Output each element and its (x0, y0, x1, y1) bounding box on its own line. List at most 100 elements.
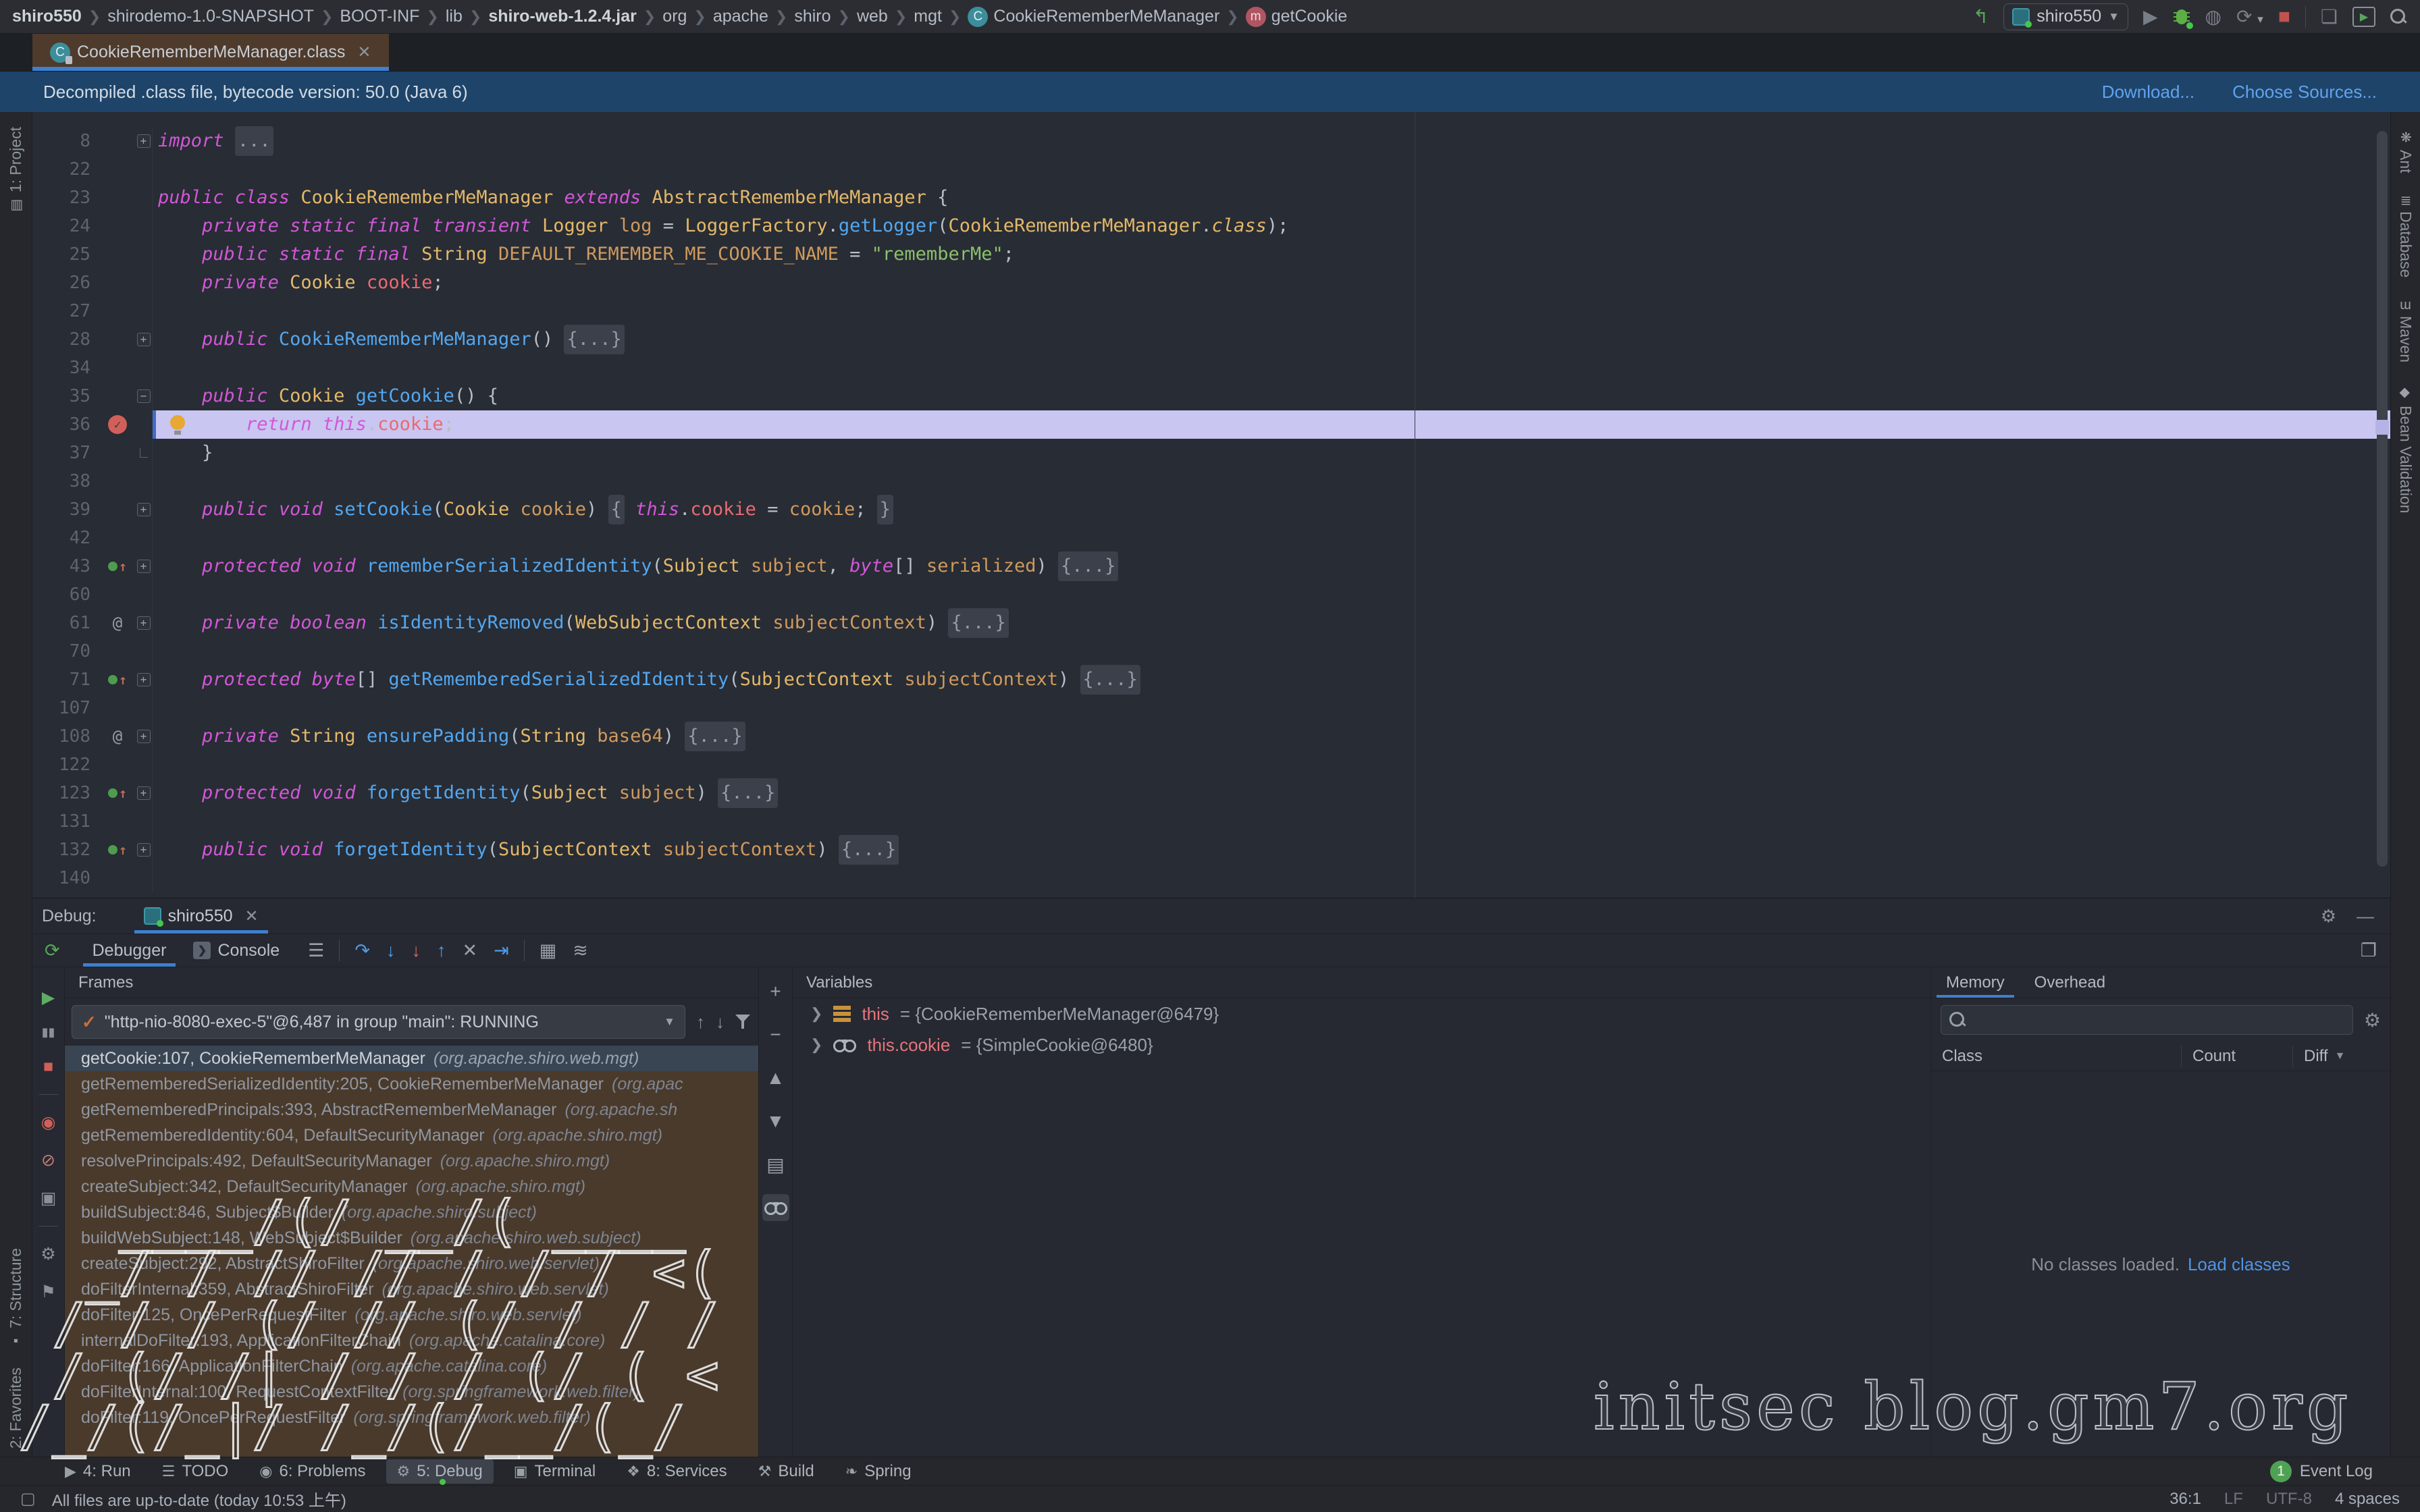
move-watch-down-icon[interactable]: ▼ (762, 1108, 789, 1135)
code-line[interactable]: 122 (32, 751, 2390, 779)
code-line[interactable]: 36✓ return this.cookie; (32, 410, 2390, 439)
tool-stripe-button-database[interactable]: ≣Database (2396, 195, 2415, 278)
tab-debugger[interactable]: Debugger (79, 934, 180, 967)
remove-watch-icon[interactable]: − (762, 1021, 789, 1048)
code-line[interactable]: 132↑+ public void forgetIdentity(Subject… (32, 836, 2390, 864)
code-text[interactable] (153, 580, 2390, 609)
breadcrumb-item[interactable]: shiro550 (12, 7, 82, 26)
code-text[interactable]: protected void rememberSerializedIdentit… (153, 552, 2390, 580)
code-line[interactable]: 123↑+ protected void forgetIdentity(Subj… (32, 779, 2390, 807)
stack-frame[interactable]: resolvePrincipals:492, DefaultSecurityMa… (65, 1148, 758, 1174)
tool-window-button-5-debug[interactable]: ⚙5: Debug (386, 1459, 494, 1484)
evaluate-icon[interactable]: ▦ (540, 940, 557, 961)
line-number[interactable]: 28 (32, 329, 100, 350)
intention-bulb-icon[interactable] (170, 415, 185, 430)
line-number[interactable]: 34 (32, 358, 100, 378)
snapshot-icon[interactable]: ▣ (41, 1188, 57, 1208)
tool-window-button-spring[interactable]: ❧Spring (835, 1459, 922, 1484)
line-number[interactable]: 61 (32, 613, 100, 633)
breadcrumb-item[interactable]: mgt (914, 7, 942, 26)
hide-library-frames-icon[interactable] (735, 1015, 752, 1029)
line-number[interactable]: 70 (32, 641, 100, 662)
stack-frame[interactable]: getRememberedPrincipals:393, AbstractRem… (65, 1097, 758, 1123)
code-text[interactable] (153, 467, 2390, 495)
layout-icon[interactable]: ☰ (308, 940, 324, 961)
code-text[interactable]: public Cookie getCookie() { (153, 382, 2390, 410)
breadcrumb-item[interactable]: shirodemo-1.0-SNAPSHOT (107, 7, 314, 26)
editor-scrollbar[interactable] (2377, 131, 2388, 867)
code-line[interactable]: 60 (32, 580, 2390, 609)
close-icon[interactable]: ✕ (245, 907, 259, 926)
tool-stripe-button-7-structure[interactable]: ▪7: Structure (7, 1248, 25, 1349)
settings-icon[interactable]: ⚙ (41, 1244, 55, 1264)
stack-frame[interactable]: getRememberedIdentity:604, DefaultSecuri… (65, 1123, 758, 1148)
code-line[interactable]: 107 (32, 694, 2390, 722)
line-number[interactable]: 107 (32, 698, 100, 718)
code-line[interactable]: 24 private static final transient Logger… (32, 212, 2390, 240)
line-number[interactable]: 140 (32, 868, 100, 888)
view-options-icon[interactable]: ≋ (573, 940, 588, 961)
line-number[interactable]: 39 (32, 500, 100, 520)
line-number[interactable]: 8 (32, 131, 100, 151)
breadcrumb-item[interactable]: CCookieRememberMeManager (968, 7, 1219, 27)
code-text[interactable]: protected byte[] getRememberedSerialized… (153, 666, 2390, 694)
indent-setting[interactable]: 4 spaces (2335, 1490, 2400, 1509)
tool-window-button-build[interactable]: ⚒Build (747, 1459, 825, 1484)
stack-frame[interactable]: internalDoFilter:193, ApplicationFilterC… (65, 1328, 758, 1353)
code-text[interactable]: public void setCookie(Cookie cookie) { t… (153, 495, 2390, 524)
add-watch-icon[interactable]: + (762, 978, 789, 1005)
hide-icon[interactable]: — (2357, 906, 2374, 927)
line-number[interactable]: 123 (32, 783, 100, 803)
line-number[interactable]: 23 (32, 188, 100, 208)
run-icon[interactable]: ▶ (2143, 5, 2158, 28)
editor-tab[interactable]: C CookieRememberMeManager.class ✕ (32, 34, 389, 71)
stop-icon[interactable]: ■ (43, 1057, 53, 1077)
code-text[interactable] (153, 807, 2390, 836)
breadcrumb-item[interactable]: shiro (794, 7, 831, 26)
breadcrumb[interactable]: shiro550❯shirodemo-1.0-SNAPSHOT❯BOOT-INF… (12, 7, 1347, 27)
tool-stripe-button-maven[interactable]: mMaven (2396, 300, 2415, 363)
line-number[interactable]: 122 (32, 755, 100, 775)
step-out-icon[interactable]: ↑ (437, 940, 446, 961)
download-link[interactable]: Download... (2102, 82, 2194, 103)
stack-frame[interactable]: doFilter:166, ApplicationFilterChain(org… (65, 1353, 758, 1379)
drop-frame-icon[interactable]: ✕ (463, 940, 478, 961)
code-text[interactable]: private Cookie cookie; (153, 269, 2390, 297)
code-text[interactable]: public CookieRememberMeManager() {...} (153, 325, 2390, 354)
pause-icon[interactable]: ▮▮ (42, 1025, 55, 1040)
caret-position[interactable]: 36:1 (2169, 1490, 2201, 1509)
code-line[interactable]: 27 (32, 297, 2390, 325)
overrides-method-icon[interactable]: ↑ (108, 672, 127, 688)
code-line[interactable]: 71↑+ protected byte[] getRememberedSeria… (32, 666, 2390, 694)
expand-chevron-icon[interactable]: ❯ (810, 1036, 822, 1054)
code-line[interactable]: 131 (32, 807, 2390, 836)
step-over-icon[interactable]: ↷ (354, 940, 370, 961)
tool-stripe-button-bean-validation[interactable]: ◆Bean Validation (2396, 384, 2415, 513)
fold-expand-icon[interactable]: + (137, 843, 151, 857)
rerun-icon[interactable]: ⟳ (45, 940, 60, 961)
mute-breakpoints-icon[interactable]: ⊘ (41, 1150, 55, 1170)
fold-expand-icon[interactable]: + (137, 786, 151, 800)
debug-session-tab[interactable]: shiro550 ✕ (134, 898, 268, 934)
code-line[interactable]: 26 private Cookie cookie; (32, 269, 2390, 297)
fold-expand-icon[interactable]: + (137, 333, 151, 346)
fold-expand-icon[interactable]: + (137, 673, 151, 686)
breadcrumb-item[interactable]: apache (713, 7, 768, 26)
fold-expand-icon[interactable]: + (137, 503, 151, 516)
tool-window-button-6-problems[interactable]: ◉6: Problems (248, 1459, 376, 1484)
stack-frame[interactable]: doFilterInternal:100, RequestContextFilt… (65, 1379, 758, 1405)
next-frame-icon[interactable]: ↓ (716, 1012, 725, 1033)
code-text[interactable] (153, 354, 2390, 382)
code-line[interactable]: 34 (32, 354, 2390, 382)
code-text[interactable] (153, 155, 2390, 184)
breakpoint-icon[interactable]: ✓ (108, 415, 127, 434)
breadcrumb-item[interactable]: web (857, 7, 888, 26)
stop-icon[interactable]: ■ (2278, 5, 2290, 28)
force-step-into-icon[interactable]: ↓ (412, 940, 421, 961)
column-header-diff[interactable]: Diff▼ (2292, 1046, 2387, 1067)
code-text[interactable]: public class CookieRememberMeManager ext… (153, 184, 2390, 212)
code-line[interactable]: 35− public Cookie getCookie() { (32, 382, 2390, 410)
thread-selector[interactable]: ✓ "http-nio-8080-exec-5"@6,487 in group … (72, 1005, 685, 1039)
restore-layout-icon[interactable]: ❐ (2361, 940, 2377, 961)
resume-icon[interactable]: ▶ (42, 988, 55, 1008)
